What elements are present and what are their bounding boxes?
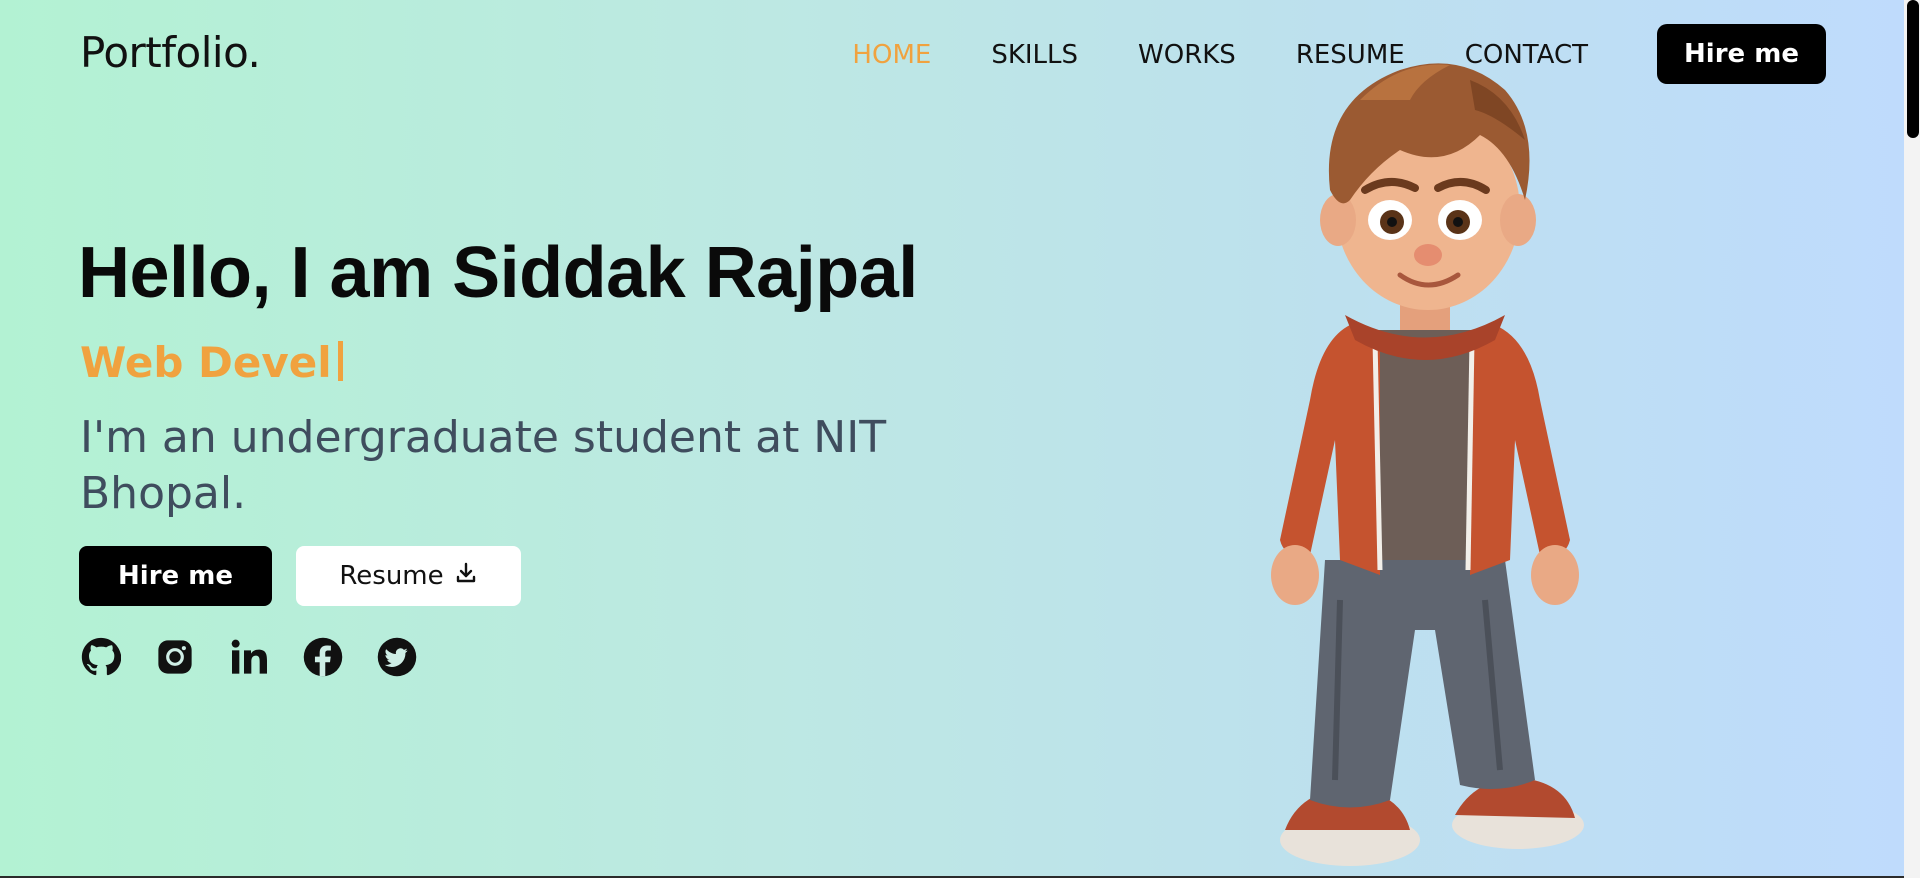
typed-role-text: Web Devel [80, 338, 332, 387]
download-icon [454, 561, 478, 592]
logo[interactable]: Portfolio. [80, 28, 261, 77]
header-hire-button[interactable]: Hire me [1657, 24, 1826, 84]
scrollbar-thumb[interactable] [1907, 0, 1919, 138]
avatar-illustration [1240, 40, 1620, 870]
nav-skills[interactable]: SKILLS [991, 38, 1078, 72]
page-scrollbar[interactable] [1904, 0, 1920, 878]
typed-role: Web Devel [80, 338, 343, 387]
nav-home[interactable]: HOME [852, 38, 931, 72]
typing-cursor [337, 341, 343, 381]
resume-label: Resume [339, 561, 444, 591]
hero-title: Hello, I am Siddak Rajpal [78, 233, 918, 313]
linkedin-icon[interactable] [228, 636, 270, 678]
resume-download-button[interactable]: Resume [296, 546, 521, 606]
social-links [80, 636, 418, 678]
hero-hire-button[interactable]: Hire me [79, 546, 272, 606]
facebook-icon[interactable] [302, 636, 344, 678]
nav-works[interactable]: WORKS [1138, 38, 1236, 72]
twitter-icon[interactable] [376, 636, 418, 678]
github-icon[interactable] [80, 636, 122, 678]
hero-intro: I'm an undergraduate student at NIT Bhop… [80, 412, 887, 519]
instagram-icon[interactable] [154, 636, 196, 678]
